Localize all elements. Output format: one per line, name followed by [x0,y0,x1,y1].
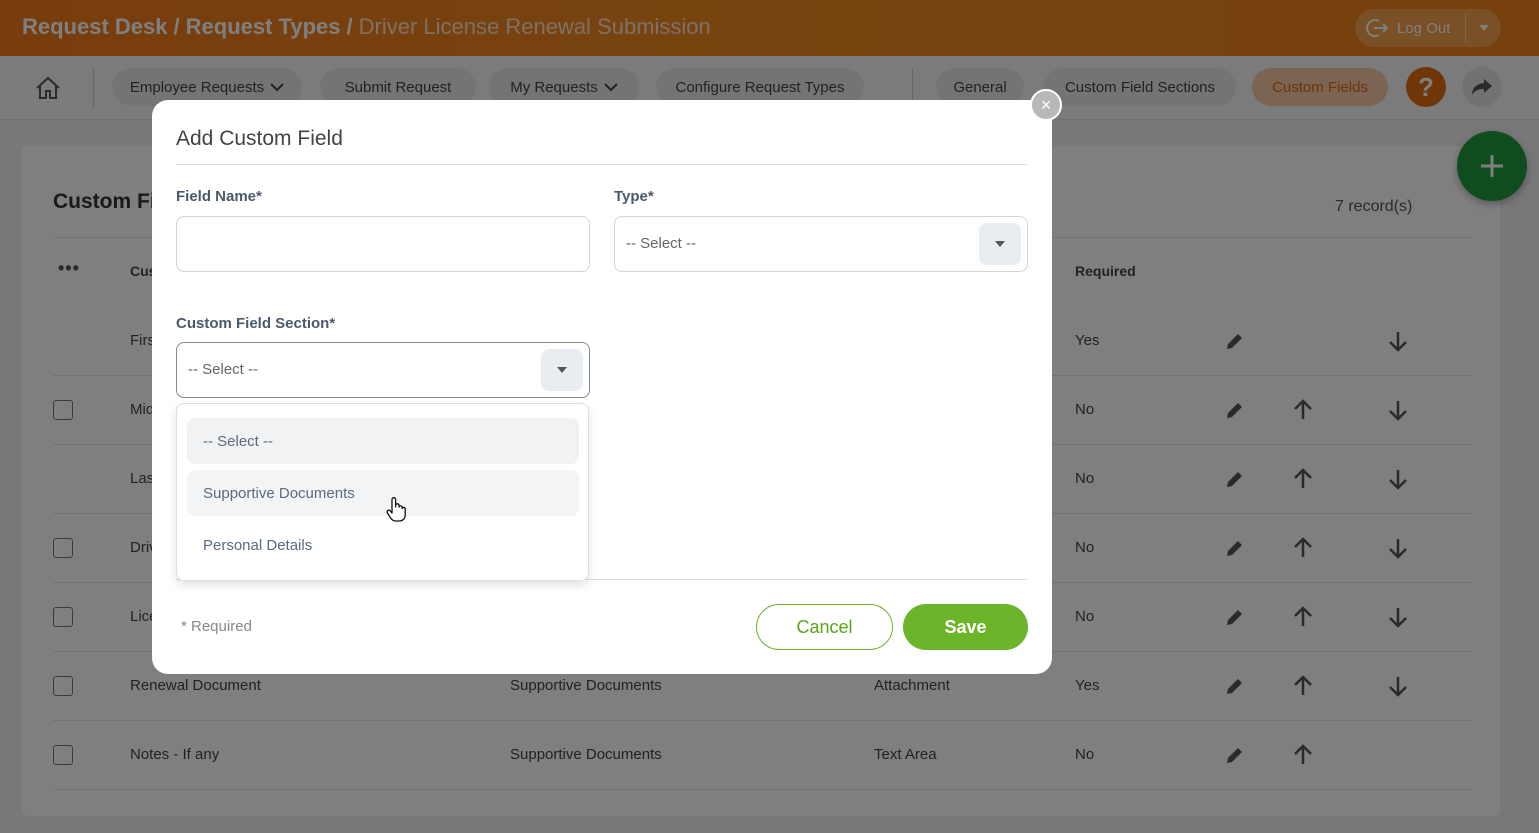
option-personal-details[interactable]: Personal Details [187,522,579,568]
cancel-button[interactable]: Cancel [756,604,893,650]
field-name-input[interactable] [176,216,590,272]
required-note: * Required [181,618,252,635]
type-select[interactable]: -- Select -- [614,216,1028,272]
close-icon[interactable]: × [1030,89,1062,121]
custom-field-section-options: -- Select -- Supportive Documents Person… [176,403,589,581]
save-button[interactable]: Save [903,604,1028,650]
type-select-value: -- Select -- [626,235,697,252]
custom-field-section-toggle[interactable] [541,349,583,391]
field-name-label: Field Name* [176,188,262,205]
caret-down-icon [557,367,567,373]
option-supportive-documents[interactable]: Supportive Documents [187,470,579,516]
caret-down-icon [995,241,1005,247]
close-glyph: × [1040,94,1052,115]
add-custom-field-modal: Add Custom Field Field Name* Type* -- Se… [152,100,1052,674]
custom-field-section-value: -- Select -- [188,361,259,378]
option-select[interactable]: -- Select -- [187,418,579,464]
type-label: Type* [614,188,654,205]
custom-field-section-select[interactable]: -- Select -- [176,342,590,398]
type-select-toggle[interactable] [979,223,1021,265]
hand-cursor-icon [386,497,406,522]
modal-title: Add Custom Field [176,127,343,150]
custom-field-section-label: Custom Field Section* [176,315,336,332]
